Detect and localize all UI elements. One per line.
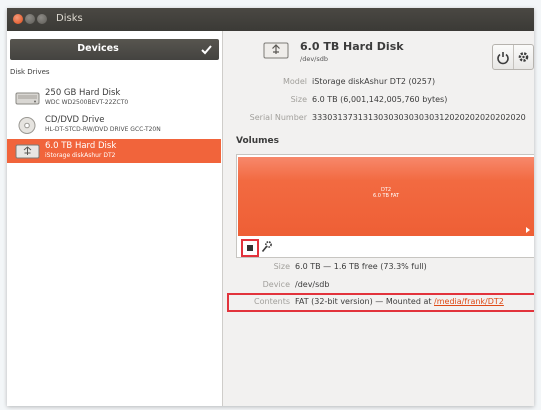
sidebar-item-250gb-disk[interactable]: 250 GB Hard Disk WDC WD2500BEVT-22ZCT0 xyxy=(7,86,221,110)
partition-block[interactable]: DT2 6.0 TB FAT xyxy=(238,157,534,236)
devices-sidebar: Devices Disk Drives 250 GB Hard Disk WDC… xyxy=(7,31,223,406)
stop-icon xyxy=(247,245,253,251)
volume-key: Size xyxy=(273,262,290,271)
volume-key: Contents xyxy=(254,297,290,306)
window-title: Disks xyxy=(56,13,83,24)
gear-icon xyxy=(518,52,529,62)
disk-details-pane: 6.0 TB Hard Disk /dev/sdb Model iStorage… xyxy=(223,31,534,406)
disk-settings-button[interactable] xyxy=(513,45,533,69)
device-model: HL-DT-STCD-RW/DVD DRIVE GCC-T20N xyxy=(45,126,161,133)
disk-device-path: /dev/sdb xyxy=(300,55,328,63)
volume-key: Device xyxy=(262,280,290,289)
volumes-heading: Volumes xyxy=(236,136,279,146)
info-row-serial-number: Serial Number 33303137313130303030303031… xyxy=(223,113,534,125)
info-value: 3330313731313030303030303120202020202020… xyxy=(312,113,526,122)
volume-value: FAT (32-bit version) — Mounted at /media… xyxy=(295,297,504,306)
sidebar-item-6tb-disk[interactable]: 6.0 TB Hard Disk iStorage diskAshur DT2 xyxy=(7,139,221,163)
usb-disk-icon xyxy=(263,42,289,59)
minimize-window-button[interactable] xyxy=(25,14,35,24)
mount-point-link[interactable]: /media/frank/DT2 xyxy=(434,297,504,306)
info-value: iStorage diskAshur DT2 (0257) xyxy=(312,77,436,86)
title-bar[interactable]: Disks xyxy=(7,8,534,31)
maximize-window-button[interactable] xyxy=(37,14,47,24)
partition-label: DT2 6.0 TB FAT xyxy=(238,187,534,199)
volume-value: /dev/sdb xyxy=(295,280,330,289)
info-key: Model xyxy=(282,77,307,86)
volume-row-device: Device /dev/sdb xyxy=(223,280,534,292)
device-model: WDC WD2500BEVT-22ZCT0 xyxy=(45,99,129,106)
devices-header-label: Devices xyxy=(77,43,119,54)
disks-window: Disks Devices Disk Drives 250 GB Hard Di… xyxy=(7,8,534,406)
device-name: CD/DVD Drive xyxy=(45,115,105,125)
volume-value: 6.0 TB — 1.6 TB free (73.3% full) xyxy=(295,262,427,271)
disk-actions-group xyxy=(492,44,534,70)
disk-title: 6.0 TB Hard Disk xyxy=(300,40,404,53)
contents-text: FAT (32-bit version) — Mounted at xyxy=(295,297,435,306)
volume-map: DT2 6.0 TB FAT xyxy=(236,154,534,239)
device-name: 6.0 TB Hard Disk xyxy=(45,141,117,151)
gears-icon[interactable] xyxy=(261,240,273,253)
info-row-size: Size 6.0 TB (6,001,142,005,760 bytes) xyxy=(223,95,534,107)
device-name: 250 GB Hard Disk xyxy=(45,88,121,98)
optical-disc-icon xyxy=(18,117,36,134)
sidebar-item-cd-dvd-drive[interactable]: CD/DVD Drive HL-DT-STCD-RW/DVD DRIVE GCC… xyxy=(7,113,221,137)
devices-header: Devices xyxy=(10,39,219,60)
info-value: 6.0 TB (6,001,142,005,760 bytes) xyxy=(312,95,448,104)
unmount-button[interactable] xyxy=(241,239,259,257)
section-label-disk-drives: Disk Drives xyxy=(10,68,50,76)
volume-row-contents: Contents FAT (32-bit version) — Mounted … xyxy=(223,297,534,309)
usb-disk-icon xyxy=(15,144,40,159)
checkmark-icon[interactable] xyxy=(201,44,212,55)
close-window-button[interactable] xyxy=(13,14,23,24)
power-off-button[interactable] xyxy=(493,45,513,69)
info-key: Serial Number xyxy=(249,113,307,122)
volume-toolbar xyxy=(236,237,534,258)
power-icon xyxy=(497,52,509,65)
info-row-model: Model iStorage diskAshur DT2 (0257) xyxy=(223,77,534,89)
device-model: iStorage diskAshur DT2 xyxy=(45,152,116,159)
partition-size: 6.0 TB FAT xyxy=(372,193,400,199)
partition-arrow-icon xyxy=(526,227,530,233)
info-key: Size xyxy=(290,95,307,104)
hard-disk-icon xyxy=(15,92,40,105)
volume-row-size: Size 6.0 TB — 1.6 TB free (73.3% full) xyxy=(223,262,534,274)
